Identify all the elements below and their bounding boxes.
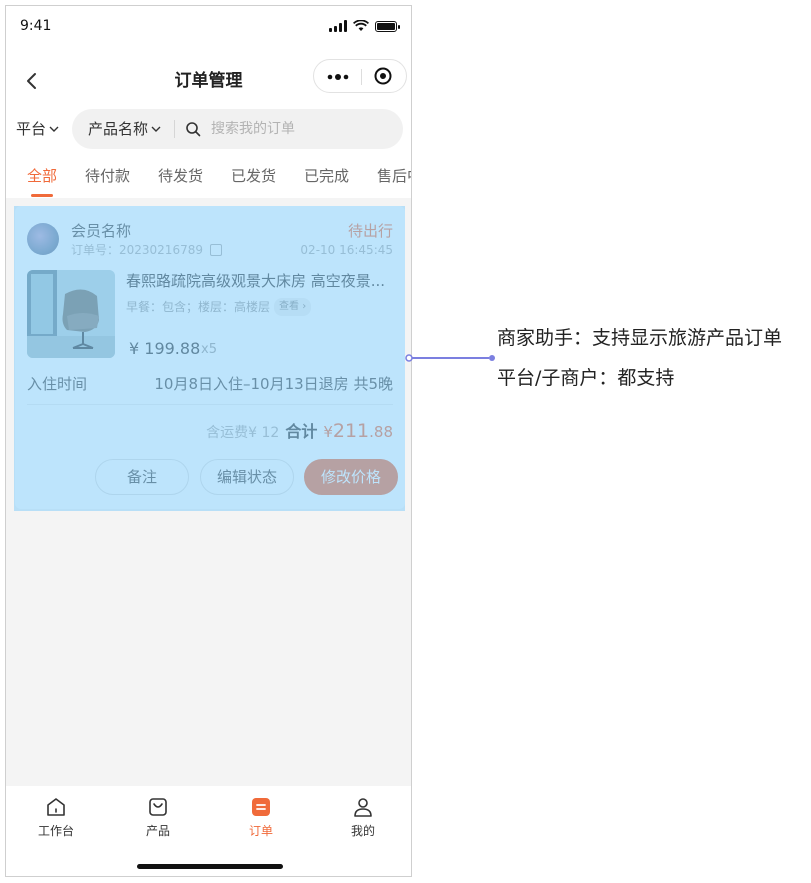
bag-icon <box>149 798 167 816</box>
product-meta-text: 早餐：包含；楼层：高楼层 <box>126 300 271 314</box>
product-price: ¥ 199.88 <box>129 339 201 358</box>
tab-all[interactable]: 全部 <box>27 166 57 186</box>
order-tabs: 全部 待付款 待发货 已发货 已完成 售后中 <box>6 166 411 198</box>
total-dec: .88 <box>369 423 393 441</box>
tabbar-products-label: 产品 <box>145 824 170 838</box>
product-filter[interactable]: 产品名称 <box>88 119 161 139</box>
chevron-down-icon <box>49 126 59 132</box>
order-status: 待出行 <box>347 222 393 240</box>
avatar <box>27 223 59 255</box>
annotation-connector <box>405 354 495 362</box>
order-number: 订单号：20230216789 <box>71 242 222 258</box>
home-icon <box>47 798 65 816</box>
platform-filter-label: 平台 <box>16 120 47 138</box>
search-icon <box>186 122 201 137</box>
order-time: 02-10 16:45:45 <box>300 243 393 257</box>
product-meta: 早餐：包含；楼层：高楼层 查看 › <box>126 298 312 316</box>
total-label: 合计 <box>285 422 318 441</box>
chevron-down-icon <box>151 126 161 132</box>
status-icons <box>329 20 400 32</box>
annotation-line-2: 平台/子商户：都支持 <box>497 367 675 389</box>
wifi-icon <box>353 20 369 31</box>
tabbar-mine-label: 我的 <box>350 824 375 838</box>
capsule-menu <box>313 59 407 93</box>
tabbar-orders[interactable]: 订单 <box>231 796 291 838</box>
tab-completed[interactable]: 已完成 <box>304 166 349 186</box>
view-details-label: 查看 <box>279 301 300 312</box>
product-qty: x5 <box>201 342 217 357</box>
phone-screen: 9:41 订单管理 平台 产品名称 搜索我的订单 全部 待付款 待发货 已发货 … <box>5 5 412 877</box>
tabbar-products[interactable]: 产品 <box>128 796 188 838</box>
tab-after-sales[interactable]: 售后中 <box>377 166 411 186</box>
tab-pending-shipment[interactable]: 待发货 <box>158 166 203 186</box>
order-number-text: 订单号：20230216789 <box>71 243 203 257</box>
tab-pending-payment[interactable]: 待付款 <box>85 166 130 186</box>
tabbar-workbench[interactable]: 工作台 <box>26 796 86 838</box>
view-details-link[interactable]: 查看 › <box>274 298 312 316</box>
status-time: 9:41 <box>20 18 52 34</box>
close-miniprogram-icon[interactable] <box>374 67 392 85</box>
product-filter-label: 产品名称 <box>88 120 149 138</box>
signal-icon <box>329 20 347 32</box>
battery-icon <box>375 20 400 32</box>
tabbar-mine[interactable]: 我的 <box>333 796 393 838</box>
annotation-line-1: 商家助手：支持显示旅游产品订单 <box>497 327 783 349</box>
tab-shipped[interactable]: 已发货 <box>231 166 276 186</box>
stay-label: 入住时间 <box>27 375 88 393</box>
copy-icon[interactable] <box>209 244 222 256</box>
search-input[interactable]: 搜索我的订单 <box>211 120 295 138</box>
product-image <box>27 270 115 358</box>
user-icon <box>354 798 372 817</box>
stay-dates: 10月8日入住–10月13日退房 共5晚 <box>154 375 393 393</box>
tabbar-orders-label: 订单 <box>248 824 273 838</box>
total-currency: ¥ <box>323 423 333 441</box>
order-icon <box>252 798 270 816</box>
tab-active-indicator <box>31 194 53 197</box>
more-icon[interactable] <box>327 72 349 82</box>
member-name: 会员名称 <box>71 222 132 240</box>
tabbar-workbench-label: 工作台 <box>37 824 74 838</box>
search-bar: 产品名称 搜索我的订单 <box>72 109 403 149</box>
order-card[interactable]: 会员名称 订单号：20230216789 待出行 02-10 16:45:45 … <box>15 206 405 509</box>
platform-filter[interactable]: 平台 <box>16 119 59 139</box>
card-divider <box>27 404 393 405</box>
product-title: 春熙路疏院高级观景大床房 高空夜景... <box>126 272 386 290</box>
armchair-image <box>27 270 115 358</box>
total-amount: ¥211.88 <box>323 420 393 443</box>
modify-price-button[interactable]: 修改价格 <box>304 459 398 495</box>
edit-status-button[interactable]: 编辑状态 <box>200 459 294 495</box>
total-int: 211 <box>332 420 370 442</box>
search-divider <box>174 120 175 138</box>
shipping-fee: 含运费¥ 12 <box>206 425 280 441</box>
capsule-divider <box>361 69 362 85</box>
remark-button[interactable]: 备注 <box>95 459 189 495</box>
home-indicator <box>137 864 283 869</box>
order-total: 含运费¥ 12 合计 ¥211.88 <box>206 420 393 444</box>
